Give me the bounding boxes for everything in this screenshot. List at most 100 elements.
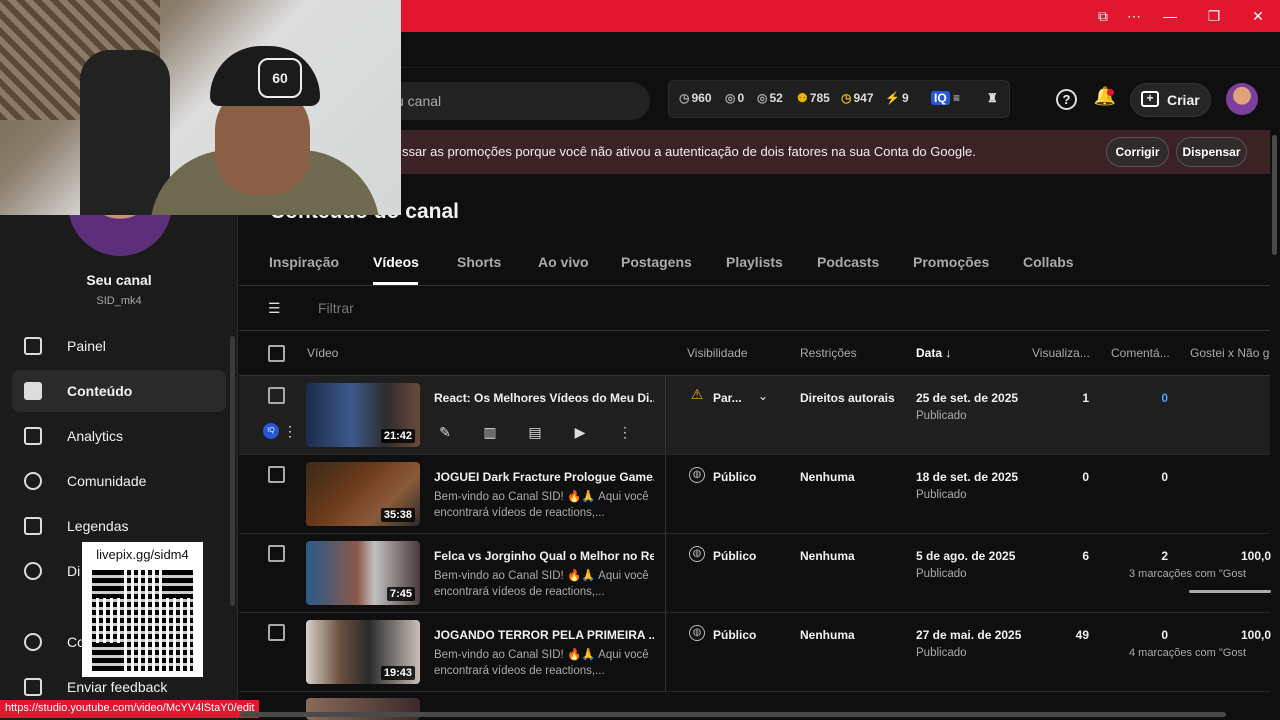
video-thumbnail[interactable]: 21:42 [306, 383, 420, 447]
tab-promocoes[interactable]: Promoções [913, 254, 989, 270]
youtube-play-icon[interactable]: ▶ [570, 422, 590, 442]
close-window-button[interactable]: ✕ [1248, 6, 1268, 26]
horizontal-scrollbar[interactable] [240, 712, 1226, 717]
tab-videos[interactable]: Vídeos [373, 254, 419, 270]
analytics-icon[interactable]: ▥ [480, 422, 500, 442]
likes-subtext: 3 marcações com "Gost [1129, 568, 1246, 580]
date-value: 27 de mai. de 2025 [916, 628, 1022, 642]
menu-icon[interactable]: ≡ [953, 91, 960, 105]
duration-badge: 35:38 [380, 508, 415, 522]
row-checkbox[interactable] [268, 466, 285, 483]
header-visibility: Visibilidade [687, 346, 748, 360]
video-thumbnail[interactable]: 35:38 [306, 462, 420, 526]
divider [239, 285, 1270, 286]
arrow-down-icon: ↓ [945, 346, 952, 360]
tab-postagens[interactable]: Postagens [621, 254, 692, 270]
comments-count[interactable]: 0 [1119, 391, 1168, 405]
globe-icon: ◍ [689, 625, 705, 641]
more-options-icon[interactable]: ⋯ [1124, 6, 1144, 26]
feedback-icon [24, 678, 42, 696]
tab-podcasts[interactable]: Podcasts [817, 254, 879, 270]
table-row[interactable]: 35:38 JOGUEI Dark Fracture Prologue Game… [239, 455, 1270, 534]
header-comments[interactable]: Comentá... [1111, 346, 1170, 360]
channel-name: Seu canal [86, 272, 152, 288]
vidiq-icon[interactable]: IQ [263, 423, 279, 439]
create-button[interactable]: + Criar [1130, 83, 1211, 117]
video-description: Bem-vindo ao Canal SID! 🔥🙏 Aqui você enc… [434, 570, 649, 598]
video-thumbnail[interactable]: 7:45 [306, 541, 420, 605]
search-text: u canal [396, 93, 442, 109]
video-title[interactable]: JOGANDO TERROR PELA PRIMEIRA ... [434, 628, 654, 642]
sidebar-item-painel[interactable]: Painel [12, 325, 226, 367]
video-thumbnail[interactable]: 19:43 [306, 620, 420, 684]
more-vert-icon[interactable]: ⋮ [283, 423, 297, 440]
clock-gold-icon: ◷ [841, 91, 852, 105]
comments-icon[interactable]: ▤ [525, 422, 545, 442]
sidebar-scrollbar[interactable] [230, 336, 235, 606]
header-likes[interactable]: Gostei x Não go [1190, 346, 1270, 360]
sidebar-item-label: Analytics [67, 428, 124, 444]
sidebar-item-conteudo[interactable]: Conteúdo [12, 370, 226, 412]
select-all-checkbox[interactable] [268, 345, 285, 362]
visibility-label[interactable]: Público [713, 549, 756, 563]
status-text: Publicado [916, 568, 967, 580]
minimize-button[interactable]: — [1160, 6, 1180, 26]
video-title[interactable]: React: Os Melhores Vídeos do Meu Di... [434, 391, 654, 405]
restriction-label: Nenhuma [800, 628, 855, 642]
globe-icon: ◍ [689, 546, 705, 562]
video-title[interactable]: Felca vs Jorginho Qual o Melhor no Re... [434, 549, 654, 563]
account-avatar[interactable] [1226, 83, 1258, 115]
table-row[interactable]: IQ ⋮ 21:42 React: Os Melhores Vídeos do … [239, 376, 1270, 455]
eye-icon: ◎ [757, 91, 768, 105]
comments-count: 0 [1161, 628, 1168, 642]
date-value: 25 de set. de 2025 [916, 391, 1019, 405]
notifications-bell-icon[interactable]: 🔔 [1093, 86, 1117, 112]
video-title[interactable]: JOGUEI Dark Fracture Prologue Game... [434, 470, 654, 484]
comments-count: 0 [1161, 470, 1168, 484]
visibility-label[interactable]: Público [713, 470, 756, 484]
trophy-icon[interactable]: ♜ [987, 91, 998, 105]
sidebar-item-legendas[interactable]: Legendas [12, 505, 226, 547]
sidebar-item-analytics[interactable]: Analytics [12, 415, 226, 457]
tab-inspiracao[interactable]: Inspiração [269, 254, 339, 270]
sidebar-item-label: Conteúdo [67, 383, 133, 399]
sidebar-item-label: Painel [67, 338, 106, 354]
restriction-label[interactable]: Direitos autorais [800, 391, 895, 405]
visibility-label[interactable]: Par... [713, 391, 742, 405]
dismiss-button[interactable]: Dispensar [1176, 137, 1247, 167]
row-checkbox[interactable] [268, 545, 285, 562]
tab-ao-vivo[interactable]: Ao vivo [538, 254, 589, 270]
help-icon[interactable]: ? [1056, 89, 1077, 110]
more-options-icon[interactable]: ⋮ [615, 422, 635, 442]
row-checkbox[interactable] [268, 387, 285, 404]
visibility-label[interactable]: Público [713, 628, 756, 642]
header-date-sort[interactable]: Data ↓ [916, 346, 951, 360]
page-scrollbar[interactable] [1272, 135, 1277, 255]
header-views[interactable]: Visualiza... [1032, 346, 1090, 360]
likes-subtext: 4 marcações com "Gost [1129, 647, 1246, 659]
edit-pencil-icon[interactable]: ✎ [435, 422, 455, 442]
row-checkbox[interactable] [268, 624, 285, 641]
filter-icon[interactable]: ☰ [268, 300, 286, 317]
sidebar-item-comunidade[interactable]: Comunidade [12, 460, 226, 502]
tab-shorts[interactable]: Shorts [457, 254, 501, 270]
fix-button[interactable]: Corrigir [1106, 137, 1169, 167]
restriction-label: Nenhuma [800, 549, 855, 563]
tab-playlists[interactable]: Playlists [726, 254, 783, 270]
dashboard-icon [24, 337, 42, 355]
search-input[interactable]: u canal [360, 82, 650, 120]
chevron-down-icon[interactable]: ⌄ [758, 389, 768, 403]
filter-input[interactable]: Filtrar [318, 300, 354, 316]
qr-label: livepix.gg/sidm4 [96, 547, 189, 562]
table-row[interactable]: 19:43 JOGANDO TERROR PELA PRIMEIRA ... B… [239, 613, 1271, 692]
bolt-icon: ⚡ [885, 91, 900, 105]
content-icon [24, 382, 42, 400]
sidebar-toggle-icon[interactable]: ⧉ [1093, 6, 1113, 26]
tab-collabs[interactable]: Collabs [1023, 254, 1074, 270]
table-row[interactable]: 7:45 Felca vs Jorginho Qual o Melhor no … [239, 534, 1271, 613]
maximize-button[interactable]: ❐ [1204, 6, 1224, 26]
stats-extension-bar[interactable]: ◷ 960 ◎ 0 ◎ 52 ⚉ 785 ◷ 947 ⚡ 9 IQ ≡ ♜ [668, 80, 1010, 118]
date-value: 5 de ago. de 2025 [916, 549, 1016, 563]
vidiq-icon[interactable]: IQ [931, 91, 950, 105]
divider [665, 455, 666, 534]
